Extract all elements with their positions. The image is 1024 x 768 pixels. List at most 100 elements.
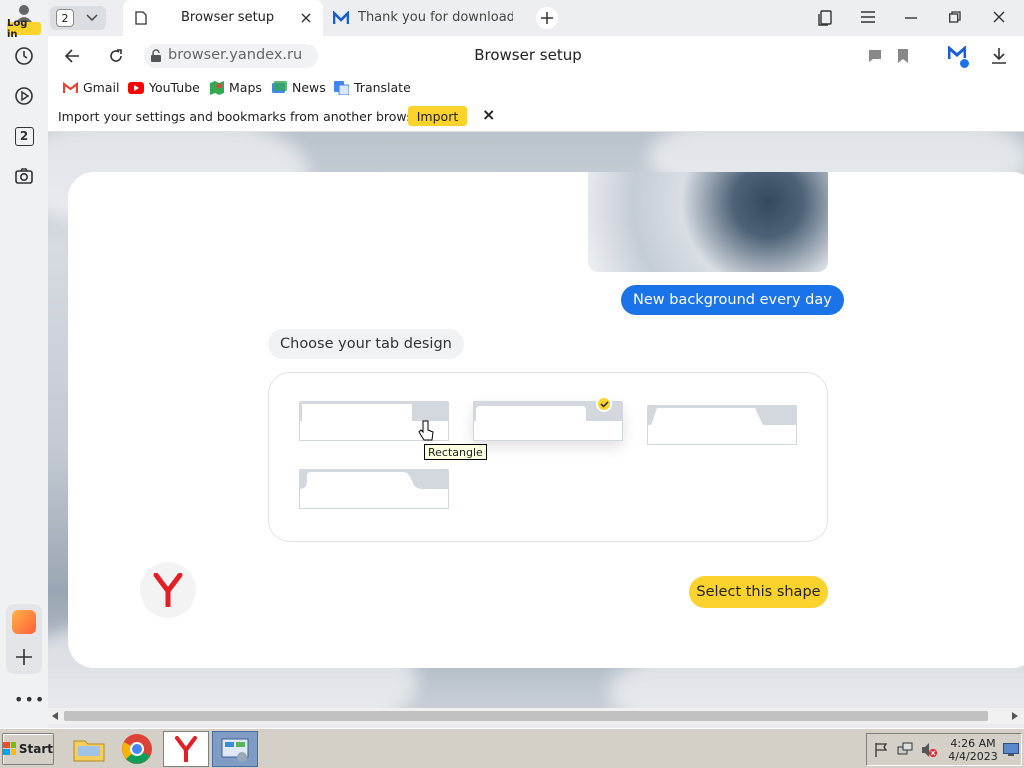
bookmark-label: YouTube <box>149 80 200 95</box>
download-icon[interactable] <box>992 48 1006 64</box>
clock[interactable]: 4:26 AM 4/4/2023 <box>945 737 1001 763</box>
taskbar-explorer[interactable] <box>66 731 112 767</box>
minimize-icon[interactable] <box>905 17 917 19</box>
tooltip: Rectangle <box>424 444 487 460</box>
tab-title: Browser setup <box>181 10 275 25</box>
infobar-message: Import your settings and bookmarks from … <box>58 109 429 124</box>
toolbar: browser.yandex.ru Browser setup <box>48 36 1024 76</box>
new-background-message: New background every day <box>621 285 844 315</box>
taskbar: Start 4:26 AM 4/4/2023 <box>0 728 1024 768</box>
chevron-down-icon <box>86 14 98 22</box>
back-icon[interactable] <box>64 48 80 64</box>
restore-icon[interactable] <box>949 11 961 23</box>
volume-muted-icon[interactable] <box>921 742 937 758</box>
bookmark-label: News <box>292 80 326 95</box>
maps-icon <box>210 80 224 95</box>
malwarebytes-icon <box>333 11 349 24</box>
tab-group-button[interactable]: 2 <box>50 6 106 30</box>
chat-icon[interactable] <box>868 49 882 63</box>
check-badge-icon <box>959 58 970 69</box>
scroll-right-icon[interactable] <box>1012 712 1018 720</box>
reload-icon[interactable] <box>108 48 124 64</box>
new-tab-button[interactable] <box>536 7 558 29</box>
yandex-logo <box>140 562 196 618</box>
clock-icon <box>15 47 33 65</box>
address-bar[interactable]: browser.yandex.ru <box>144 44 318 68</box>
more-icon[interactable]: ••• <box>14 690 45 709</box>
scroll-left-icon[interactable] <box>52 712 58 720</box>
scrollbar-thumb[interactable] <box>64 711 988 721</box>
taskbar-chrome[interactable] <box>114 731 160 767</box>
chrome-icon <box>122 734 152 764</box>
youtube-icon <box>128 81 144 94</box>
tab-count: 2 <box>56 9 74 27</box>
translate-icon <box>334 80 349 95</box>
tab-thank-you[interactable]: Thank you for downloadin <box>333 0 523 36</box>
bookmark-icon[interactable] <box>898 49 908 63</box>
tab-shape-rounded[interactable] <box>299 469 449 509</box>
page-title: Browser setup <box>474 46 582 64</box>
bookmark-maps[interactable]: Maps <box>210 80 262 95</box>
tabs-counter-button[interactable]: 2 <box>12 124 36 148</box>
login-label: Log in <box>7 18 41 40</box>
clock-time: 4:26 AM <box>950 737 996 750</box>
shape-tab <box>302 404 412 421</box>
history-button[interactable] <box>12 44 36 68</box>
bookmark-youtube[interactable]: YouTube <box>128 80 200 95</box>
malwarebytes-extension[interactable] <box>947 44 970 70</box>
bookmark-translate[interactable]: Translate <box>334 80 411 95</box>
tab-shape-selected[interactable] <box>473 396 623 441</box>
control-panel-icon <box>221 738 249 762</box>
system-tray: 4:26 AM 4/4/2023 <box>866 733 1022 766</box>
select-shape-button[interactable]: Select this shape <box>689 576 828 608</box>
close-infobar-icon[interactable]: × <box>482 107 495 123</box>
taskbar-yandex[interactable] <box>163 731 209 767</box>
yandex-y-icon <box>153 573 183 607</box>
tab-count-badge: 2 <box>14 126 34 146</box>
choose-design-message: Choose your tab design <box>268 329 464 359</box>
media-button[interactable] <box>12 84 36 108</box>
shape-tab <box>651 408 763 425</box>
add-icon[interactable] <box>15 648 33 666</box>
sidebar-apps-panel <box>6 604 42 674</box>
horizontal-scrollbar[interactable] <box>48 708 1024 724</box>
bookmark-news[interactable]: News <box>272 80 326 95</box>
play-icon <box>15 87 33 105</box>
network-icon[interactable] <box>897 742 913 758</box>
tab-title: Thank you for downloadin <box>358 10 513 25</box>
taskbar-control-panel[interactable] <box>212 731 258 767</box>
clock-date: 4/4/2023 <box>948 750 998 763</box>
bookmark-label: Gmail <box>83 80 120 95</box>
shape-body <box>473 421 623 441</box>
windows-logo-icon <box>3 742 16 755</box>
background-preview <box>588 172 828 272</box>
url-text: browser.yandex.ru <box>168 47 303 63</box>
news-icon <box>272 81 287 93</box>
setup-card: New background every day Choose your tab… <box>68 172 1024 668</box>
shape-tab <box>299 472 423 489</box>
close-tab-icon[interactable] <box>301 13 311 23</box>
flag-icon[interactable] <box>875 743 889 757</box>
screenshot-button[interactable] <box>12 164 36 188</box>
page-icon <box>135 11 147 25</box>
start-button[interactable]: Start <box>2 733 54 765</box>
bookmarks-bar: Gmail YouTube Maps News Translate <box>48 76 1024 102</box>
plus-icon <box>541 12 553 24</box>
tab-shape-options <box>268 372 828 542</box>
shape-body <box>299 489 449 509</box>
show-desktop-icon[interactable] <box>1003 743 1019 757</box>
close-window-icon[interactable] <box>993 11 1005 23</box>
tab-shape-slanted[interactable] <box>647 405 797 445</box>
collections-icon[interactable] <box>817 10 833 26</box>
tab-strip: 2 Browser setup Thank you for downloadin <box>48 0 1024 36</box>
camera-icon <box>15 168 33 184</box>
page-content: New background every day Choose your tab… <box>48 132 1024 708</box>
wallet-icon[interactable] <box>12 610 36 634</box>
menu-icon[interactable] <box>861 11 875 23</box>
tab-browser-setup[interactable]: Browser setup <box>123 0 323 36</box>
hand-cursor-icon <box>418 420 434 441</box>
login-button[interactable]: Log in <box>4 4 44 40</box>
import-button[interactable]: Import <box>408 106 467 126</box>
bookmark-gmail[interactable]: Gmail <box>63 80 119 95</box>
folder-icon <box>73 740 105 762</box>
